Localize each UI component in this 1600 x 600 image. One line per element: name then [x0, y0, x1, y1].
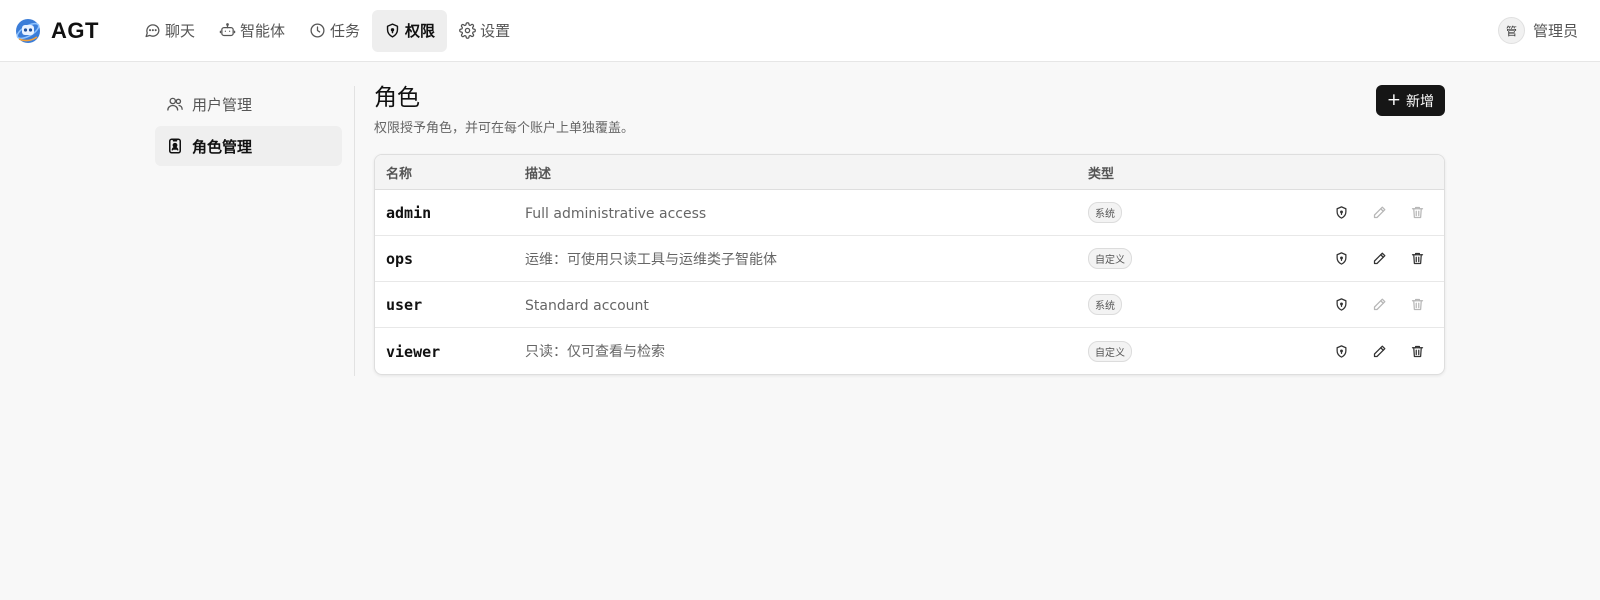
permissions-button[interactable] — [1330, 248, 1352, 270]
brand[interactable]: AGT — [14, 17, 126, 45]
nav-item-tasks[interactable]: 任务 — [297, 10, 372, 52]
nav-item-chat[interactable]: 聊天 — [132, 10, 207, 52]
gear-icon — [459, 22, 476, 39]
edit-button[interactable] — [1368, 340, 1390, 362]
add-button-label: 新增 — [1406, 93, 1434, 110]
pencil-icon — [1373, 345, 1385, 357]
role-name: viewer — [386, 342, 441, 361]
shield-icon — [1336, 344, 1346, 358]
main-content: 角色 权限授予角色，并可在每个账户上单独覆盖。 + 新增 名称 描述 类型 ad… — [374, 84, 1445, 375]
delete-button[interactable] — [1406, 340, 1428, 362]
sidebar: 用户管理 角色管理 — [155, 84, 342, 168]
shield-icon — [1336, 252, 1346, 265]
pencil-icon — [1373, 298, 1385, 311]
role-name: admin — [386, 204, 432, 222]
sidebar-item-label: 用户管理 — [192, 95, 253, 114]
permissions-button[interactable] — [1330, 202, 1352, 224]
id-badge-icon — [169, 138, 181, 154]
avatar: 管 — [1497, 17, 1525, 44]
role-type-badge: 自定义 — [1088, 248, 1132, 269]
nav-label: 智能体 — [240, 22, 286, 40]
clock-icon — [310, 23, 325, 38]
role-description: 运维：可使用只读工具与运维类子智能体 — [525, 251, 777, 268]
role-name: user — [386, 296, 423, 314]
nav-label: 权限 — [405, 22, 436, 40]
nav-label: 设置 — [480, 22, 511, 40]
chat-bubble-icon — [145, 24, 160, 38]
role-type-badge: 系统 — [1088, 294, 1122, 315]
page-subtitle: 权限授予角色，并可在每个账户上单独覆盖。 — [374, 121, 635, 136]
user-menu[interactable]: 管 管理员 — [1497, 17, 1578, 44]
pencil-icon — [1373, 206, 1385, 219]
delete-button[interactable] — [1406, 248, 1428, 270]
nav-item-agents[interactable]: 智能体 — [207, 10, 297, 52]
role-type-badge: 自定义 — [1088, 340, 1132, 362]
shield-icon — [1336, 298, 1346, 311]
trash-icon — [1411, 345, 1423, 357]
users-icon — [167, 97, 183, 111]
page-title: 角色 — [374, 85, 420, 111]
nav-item-settings[interactable]: 设置 — [447, 10, 522, 52]
pencil-icon — [1373, 252, 1385, 265]
delete-button — [1406, 202, 1428, 224]
table-row[interactable]: viewer 只读：仅可查看与检索 自定义 — [375, 328, 1444, 374]
delete-button — [1406, 294, 1428, 316]
role-description: Full administrative access — [525, 206, 707, 222]
add-role-button[interactable]: + 新增 — [1375, 85, 1445, 116]
sidebar-item-label: 角色管理 — [192, 137, 253, 156]
nav-item-permissions[interactable]: 权限 — [372, 9, 448, 52]
edit-button — [1368, 294, 1390, 316]
user-name: 管理员 — [1532, 22, 1578, 40]
plus-icon: + — [1386, 90, 1401, 110]
trash-icon — [1411, 252, 1423, 265]
roles-table: 名称 描述 类型 admin Full administrative acces… — [374, 154, 1445, 375]
edit-button — [1368, 202, 1390, 224]
column-header-name[interactable]: 名称 — [375, 163, 525, 182]
role-name: ops — [386, 250, 414, 268]
robot-icon — [219, 23, 236, 37]
app-logo-icon — [14, 17, 42, 45]
app-name: AGT — [51, 17, 99, 43]
permissions-button[interactable] — [1330, 340, 1352, 362]
sidebar-item-users[interactable]: 用户管理 — [155, 84, 342, 124]
trash-icon — [1411, 206, 1423, 219]
sidebar-item-roles[interactable]: 角色管理 — [155, 126, 342, 166]
column-header-type[interactable]: 类型 — [1088, 163, 1288, 182]
table-row[interactable]: ops 运维：可使用只读工具与运维类子智能体 自定义 — [375, 236, 1444, 282]
top-bar: AGT 聊天 智能体 任务 权限 设置 管 管理员 — [0, 0, 1600, 62]
role-description: Standard account — [525, 298, 649, 314]
nav-label: 任务 — [330, 22, 361, 40]
column-header-description[interactable]: 描述 — [525, 163, 1088, 182]
permissions-button[interactable] — [1330, 294, 1352, 316]
shield-icon — [386, 23, 399, 38]
role-description: 只读：仅可查看与检索 — [525, 344, 665, 360]
nav-label: 聊天 — [165, 22, 196, 40]
role-type-badge: 系统 — [1088, 202, 1122, 223]
main-nav: 聊天 智能体 任务 权限 设置 — [132, 0, 522, 62]
table-row[interactable]: admin Full administrative access 系统 — [375, 190, 1444, 236]
shield-icon — [1336, 206, 1346, 219]
edit-button[interactable] — [1368, 248, 1390, 270]
sidebar-divider — [354, 86, 355, 376]
trash-icon — [1411, 298, 1423, 311]
table-row[interactable]: user Standard account 系统 — [375, 282, 1444, 328]
table-header: 名称 描述 类型 — [375, 155, 1444, 190]
